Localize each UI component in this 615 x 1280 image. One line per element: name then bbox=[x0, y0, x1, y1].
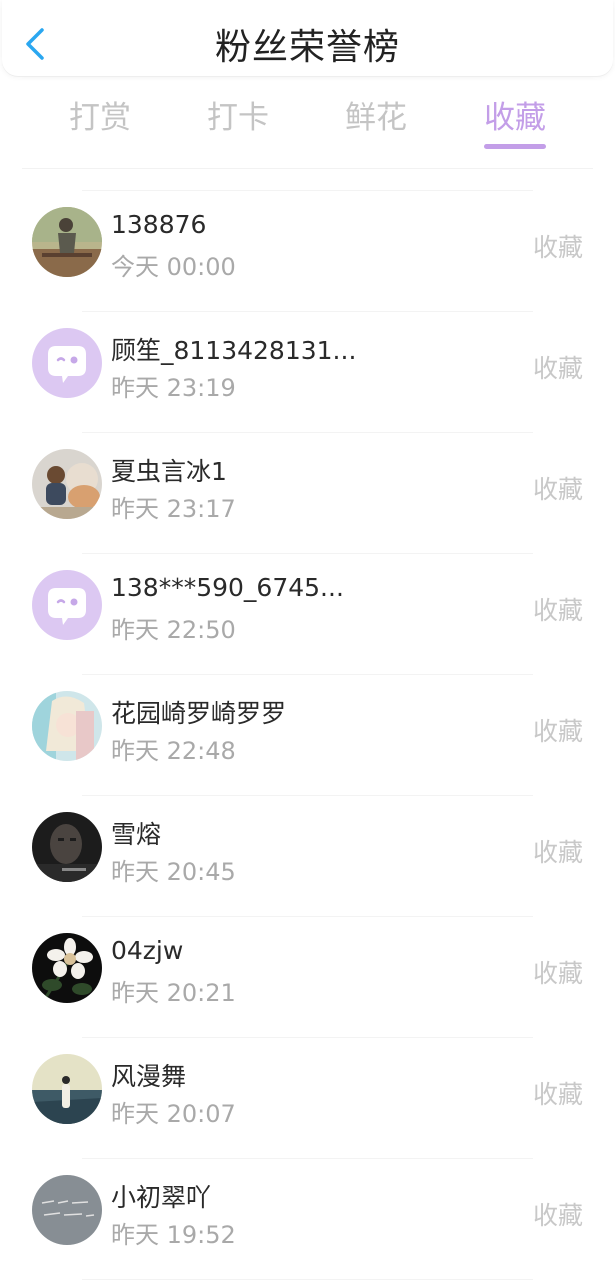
fan-name: 138876 bbox=[111, 210, 207, 239]
favorite-label: 收藏 bbox=[532, 354, 583, 383]
avatar[interactable] bbox=[32, 449, 102, 519]
fan-time: 昨天 20:07 bbox=[111, 1100, 236, 1128]
list-item[interactable]: 花园崎罗崎罗罗 昨天 22:48 收藏 bbox=[0, 674, 615, 795]
list-item[interactable]: 风漫舞 昨天 20:07 收藏 bbox=[0, 1037, 615, 1158]
tab-bar: 打赏 打卡 鲜花 收藏 bbox=[0, 92, 615, 152]
fan-name: 雪熔 bbox=[111, 820, 162, 849]
fan-name: 04zjw bbox=[111, 936, 184, 965]
avatar[interactable] bbox=[32, 933, 102, 1003]
divider bbox=[82, 795, 533, 796]
list-item[interactable]: 138876 今天 00:00 收藏 bbox=[0, 190, 615, 311]
tab-flowers[interactable]: 鲜花 bbox=[326, 92, 426, 137]
avatar[interactable] bbox=[32, 570, 102, 640]
list-item[interactable]: 138***590_6745... 昨天 22:50 收藏 bbox=[0, 553, 615, 674]
avatar[interactable] bbox=[32, 812, 102, 882]
list-item[interactable]: 夏虫言冰1 昨天 23:17 收藏 bbox=[0, 432, 615, 553]
fan-time: 今天 00:00 bbox=[111, 253, 236, 281]
list-item[interactable]: 雪熔 昨天 20:45 收藏 bbox=[0, 795, 615, 916]
tab-checkin[interactable]: 打卡 bbox=[188, 92, 288, 137]
divider bbox=[82, 190, 533, 191]
fan-name: 顾笙_8113428131... bbox=[111, 336, 357, 365]
fan-name: 138***590_6745... bbox=[111, 573, 344, 602]
tab-reward[interactable]: 打赏 bbox=[50, 92, 150, 137]
favorite-label: 收藏 bbox=[532, 959, 583, 988]
avatar[interactable] bbox=[32, 691, 102, 761]
fan-time: 昨天 23:17 bbox=[111, 495, 236, 523]
fan-time: 昨天 22:50 bbox=[111, 616, 236, 644]
page-title: 粉丝荣誉榜 bbox=[214, 27, 400, 68]
list-item[interactable]: 04zjw 昨天 20:21 收藏 bbox=[0, 916, 615, 1037]
tab-favorites[interactable]: 收藏 bbox=[465, 92, 565, 137]
divider bbox=[82, 916, 533, 917]
favorite-label: 收藏 bbox=[532, 838, 583, 867]
list-item[interactable]: 小初翠吖 昨天 19:52 收藏 bbox=[0, 1158, 615, 1279]
divider bbox=[82, 1158, 533, 1159]
avatar[interactable] bbox=[32, 328, 102, 398]
fan-name: 夏虫言冰1 bbox=[111, 457, 227, 486]
favorite-label: 收藏 bbox=[532, 1201, 583, 1230]
fan-time: 昨天 22:48 bbox=[111, 737, 236, 765]
active-tab-indicator bbox=[484, 144, 546, 149]
fan-name: 风漫舞 bbox=[111, 1062, 187, 1091]
fan-time: 昨天 19:52 bbox=[111, 1221, 236, 1249]
list-item[interactable]: 顾笙_8113428131... 昨天 23:19 收藏 bbox=[0, 311, 615, 432]
fan-time: 昨天 20:21 bbox=[111, 979, 236, 1007]
divider bbox=[22, 168, 593, 169]
avatar[interactable] bbox=[32, 207, 102, 277]
divider bbox=[82, 553, 533, 554]
favorite-label: 收藏 bbox=[532, 596, 583, 625]
divider bbox=[82, 432, 533, 433]
divider bbox=[82, 311, 533, 312]
avatar[interactable] bbox=[32, 1175, 102, 1245]
fan-time: 昨天 23:19 bbox=[111, 374, 236, 402]
divider bbox=[82, 674, 533, 675]
favorite-label: 收藏 bbox=[532, 717, 583, 746]
divider bbox=[82, 1037, 533, 1038]
fan-time: 昨天 20:45 bbox=[111, 858, 236, 886]
favorite-label: 收藏 bbox=[532, 475, 583, 504]
top-bar: 粉丝荣誉榜 bbox=[2, 0, 613, 76]
avatar[interactable] bbox=[32, 1054, 102, 1124]
favorite-label: 收藏 bbox=[532, 1080, 583, 1109]
chat-bubble-icon bbox=[32, 570, 102, 640]
favorite-label: 收藏 bbox=[532, 233, 583, 262]
fan-name: 花园崎罗崎罗罗 bbox=[111, 699, 287, 728]
chat-bubble-icon bbox=[32, 328, 102, 398]
fan-name: 小初翠吖 bbox=[111, 1183, 212, 1212]
